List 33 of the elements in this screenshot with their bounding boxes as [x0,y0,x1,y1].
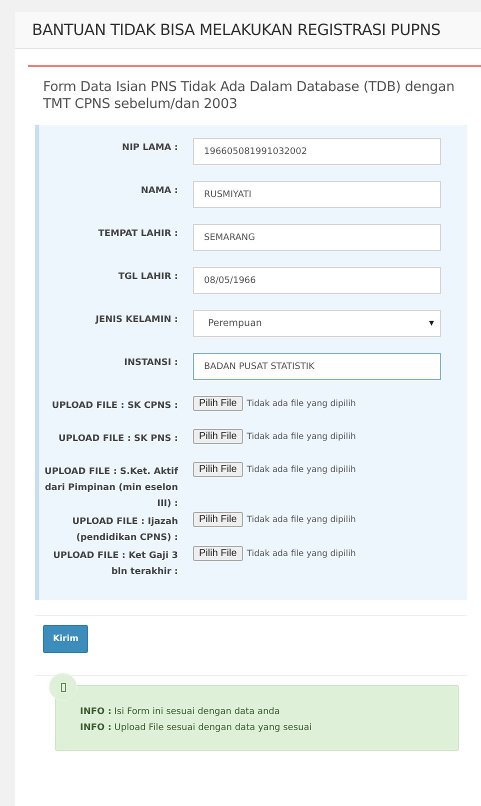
choose-file-button[interactable]: Pilih File [193,512,243,527]
choose-file-button[interactable]: Pilih File [193,546,243,561]
field-label: UPLOAD FILE : Ket Gaji 3 bln terakhir : [52,550,178,579]
input-field[interactable]: 196605081991032002 [193,138,441,165]
field-label: UPLOAD FILE : S.Ket. Aktif dari Pimpinan (min eselon III) : [44,466,178,511]
field-label: NIP LAMA : [121,142,178,155]
field-label: UPLOAD FILE : SK CPNS : [50,400,178,413]
field-label: UPLOAD FILE : SK PNS : [58,433,178,446]
card-title: Form Data Isian PNS Tidak Ada Dalam Database (TDB) dengan TMT CPNS sebelum/dan 2003 [43,79,456,113]
input-field[interactable]: SEMARANG [193,224,441,251]
file-status: Tidak ada file yang dipilih [246,548,356,558]
input-field[interactable]: BADAN PUSAT STATISTIK [193,353,441,380]
choose-file-button[interactable]: Pilih File [193,429,243,444]
field-label: INSTANSI : [123,357,178,370]
page-title: BANTUAN TIDAK BISA MELAKUKAN REGISTRASI PUPNS [32,21,442,39]
submit-button[interactable]: Kirim [43,625,88,653]
field-label: JENIS KELAMIN : [94,314,178,327]
input-field[interactable]: RUSMIYATI [193,181,441,208]
choose-file-button[interactable]: Pilih File [193,396,243,411]
info-text: INFO : Isi Form ini sesuai dengan data anda [80,706,281,719]
field-label: TEMPAT LAHIR : [97,228,178,241]
file-status: Tidak ada file yang dipilih [246,432,356,442]
input-field[interactable]: 08/05/1966 [193,267,441,294]
field-label: NAMA : [140,185,178,198]
file-status: Tidak ada file yang dipilih [246,514,356,524]
select-field[interactable]: Perempuan ▾ [193,310,441,337]
missing-glyph-icon [60,682,66,692]
file-status: Tidak ada file yang dipilih [246,464,356,474]
field-label: UPLOAD FILE : Ijazah (pendidikan CPNS) : [71,516,178,545]
choose-file-button[interactable]: Pilih File [193,462,243,477]
info-text: INFO : Upload File sesuai dengan data yang sesuai [80,722,313,735]
field-label: TGL LAHIR : [117,271,178,284]
file-status: Tidak ada file yang dipilih [246,398,356,408]
